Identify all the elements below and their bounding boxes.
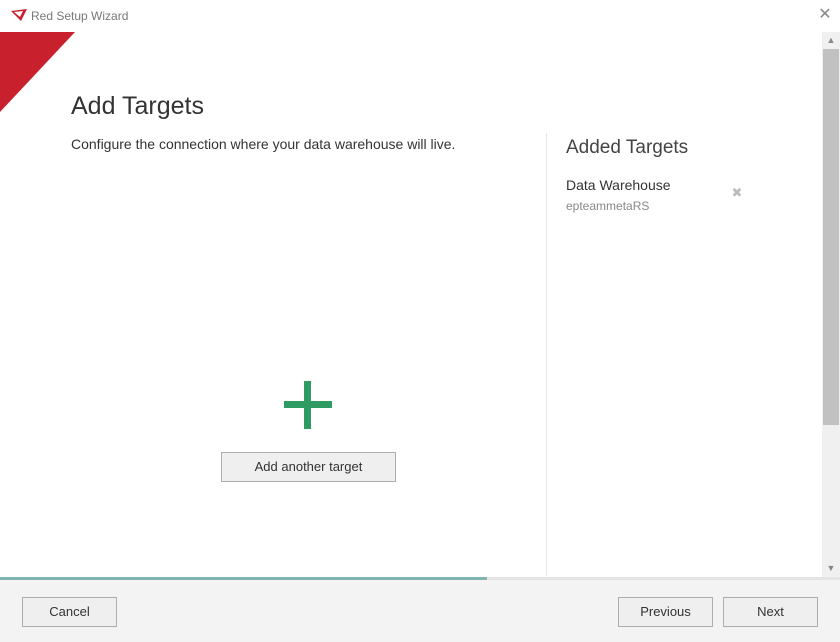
title-bar: Red Setup Wizard ✕ [0, 0, 840, 32]
plus-icon[interactable] [284, 381, 332, 429]
page-subtitle: Configure the connection where your data… [71, 136, 456, 152]
red-logo-icon [11, 9, 27, 21]
page-title: Add Targets [71, 92, 204, 120]
added-targets-title: Added Targets [566, 137, 689, 158]
panel-divider [546, 133, 547, 576]
window-title: Red Setup Wizard [31, 9, 129, 23]
scroll-down-icon[interactable]: ▼ [822, 560, 840, 577]
close-icon[interactable]: ✕ [816, 6, 834, 24]
cancel-button[interactable]: Cancel [22, 597, 117, 627]
previous-button[interactable]: Previous [618, 597, 713, 627]
plus-vertical-bar [304, 381, 311, 429]
remove-target-icon[interactable]: ✖ [730, 186, 744, 200]
scroll-thumb[interactable] [823, 49, 839, 425]
add-another-target-button[interactable]: Add another target [221, 452, 396, 482]
vertical-scrollbar[interactable]: ▲ ▼ [822, 32, 840, 577]
target-detail: epteammetaRS [566, 199, 650, 213]
target-name: Data Warehouse [566, 177, 671, 193]
scroll-up-icon[interactable]: ▲ [822, 32, 840, 49]
next-button[interactable]: Next [723, 597, 818, 627]
footer-bar: Cancel Previous Next [0, 580, 840, 642]
brand-corner-triangle [0, 32, 75, 112]
